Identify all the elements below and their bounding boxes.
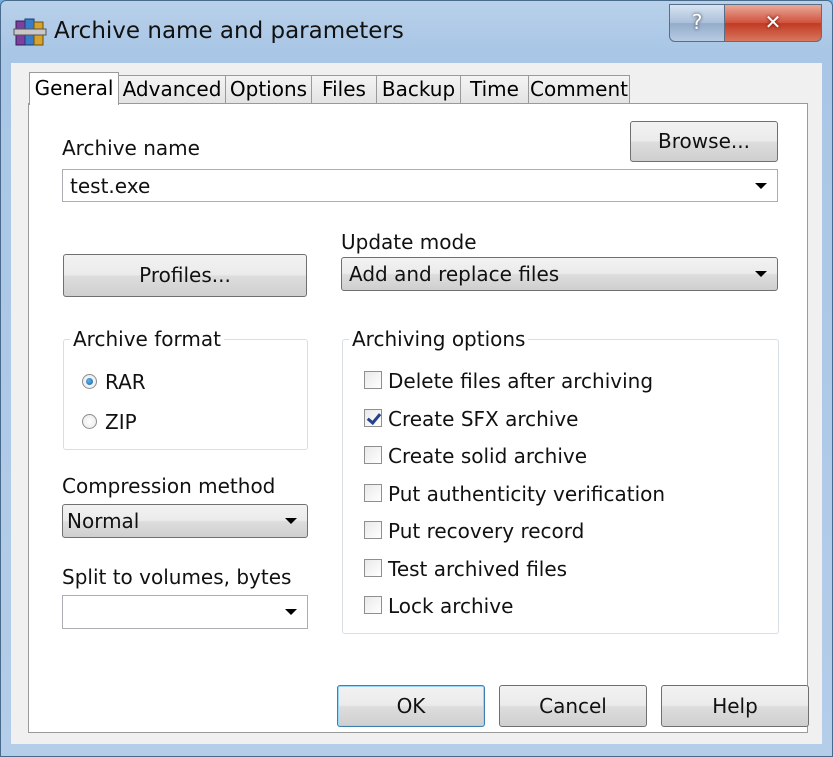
create-solid-checkbox[interactable] <box>364 446 382 464</box>
archive-format-title: Archive format <box>70 327 224 351</box>
split-volumes-combobox[interactable] <box>62 595 308 629</box>
tab-comment[interactable]: Comment <box>528 75 630 103</box>
dropdown-arrow-icon[interactable] <box>755 271 767 277</box>
zip-radio[interactable] <box>82 414 97 429</box>
dropdown-arrow-icon[interactable] <box>755 182 767 189</box>
compression-method-value: Normal <box>67 509 140 533</box>
tab-files[interactable]: Files <box>311 75 377 103</box>
lock-archive-checkbox[interactable] <box>364 596 382 614</box>
archiving-options-title: Archiving options <box>349 327 529 351</box>
tab-options[interactable]: Options <box>225 75 312 103</box>
tab-general[interactable]: General <box>29 72 119 105</box>
recovery-record-checkbox[interactable] <box>364 521 382 539</box>
dialog-window: Archive name and parameters ? ✕ General … <box>0 0 833 757</box>
tab-time[interactable]: Time <box>460 75 529 103</box>
help-button[interactable]: Help <box>661 685 809 727</box>
delete-files-checkbox[interactable] <box>364 371 382 389</box>
archive-name-combobox[interactable]: test.exe <box>62 169 778 202</box>
title-bar[interactable]: Archive name and parameters ? ✕ <box>1 1 832 63</box>
delete-files-label[interactable]: Delete files after archiving <box>388 369 653 393</box>
rar-radio[interactable] <box>82 374 97 389</box>
recovery-record-label[interactable]: Put recovery record <box>388 519 584 543</box>
browse-button[interactable]: Browse... <box>630 121 778 162</box>
rar-radio-label[interactable]: RAR <box>105 370 146 394</box>
update-mode-value: Add and replace files <box>349 262 560 286</box>
ok-button[interactable]: OK <box>337 685 485 727</box>
window-title: Archive name and parameters <box>54 18 404 44</box>
winrar-books-icon <box>13 18 47 46</box>
close-button[interactable]: ✕ <box>724 4 822 42</box>
tab-advanced[interactable]: Advanced <box>118 75 226 103</box>
compression-method-select[interactable]: Normal <box>62 504 308 538</box>
update-mode-select[interactable]: Add and replace files <box>341 257 778 291</box>
lock-archive-label[interactable]: Lock archive <box>388 594 513 618</box>
test-archived-label[interactable]: Test archived files <box>388 557 567 581</box>
tab-backup[interactable]: Backup <box>376 75 461 103</box>
archive-format-group: Archive format RAR ZIP <box>63 327 308 450</box>
update-mode-label: Update mode <box>341 230 477 254</box>
dropdown-arrow-icon[interactable] <box>285 609 297 615</box>
archive-name-value: test.exe <box>70 174 151 198</box>
authenticity-checkbox[interactable] <box>364 484 382 502</box>
zip-radio-label[interactable]: ZIP <box>105 410 137 434</box>
authenticity-label[interactable]: Put authenticity verification <box>388 482 665 506</box>
archive-name-label: Archive name <box>62 136 200 160</box>
general-tab-panel: Archive name Browse... test.exe Update m… <box>28 103 808 733</box>
help-caption-button[interactable]: ? <box>669 4 725 42</box>
profiles-button[interactable]: Profiles... <box>63 254 307 297</box>
test-archived-checkbox[interactable] <box>364 559 382 577</box>
create-solid-label[interactable]: Create solid archive <box>388 444 587 468</box>
split-volumes-label: Split to volumes, bytes <box>62 565 292 589</box>
compression-method-label: Compression method <box>62 474 276 498</box>
create-sfx-label[interactable]: Create SFX archive <box>388 407 578 431</box>
dialog-client-area: General Advanced Options Files Backup Ti… <box>11 63 822 744</box>
create-sfx-checkbox[interactable] <box>364 409 382 427</box>
cancel-button[interactable]: Cancel <box>499 685 647 727</box>
archiving-options-group: Archiving options Delete files after arc… <box>342 327 779 634</box>
dropdown-arrow-icon[interactable] <box>285 518 297 524</box>
